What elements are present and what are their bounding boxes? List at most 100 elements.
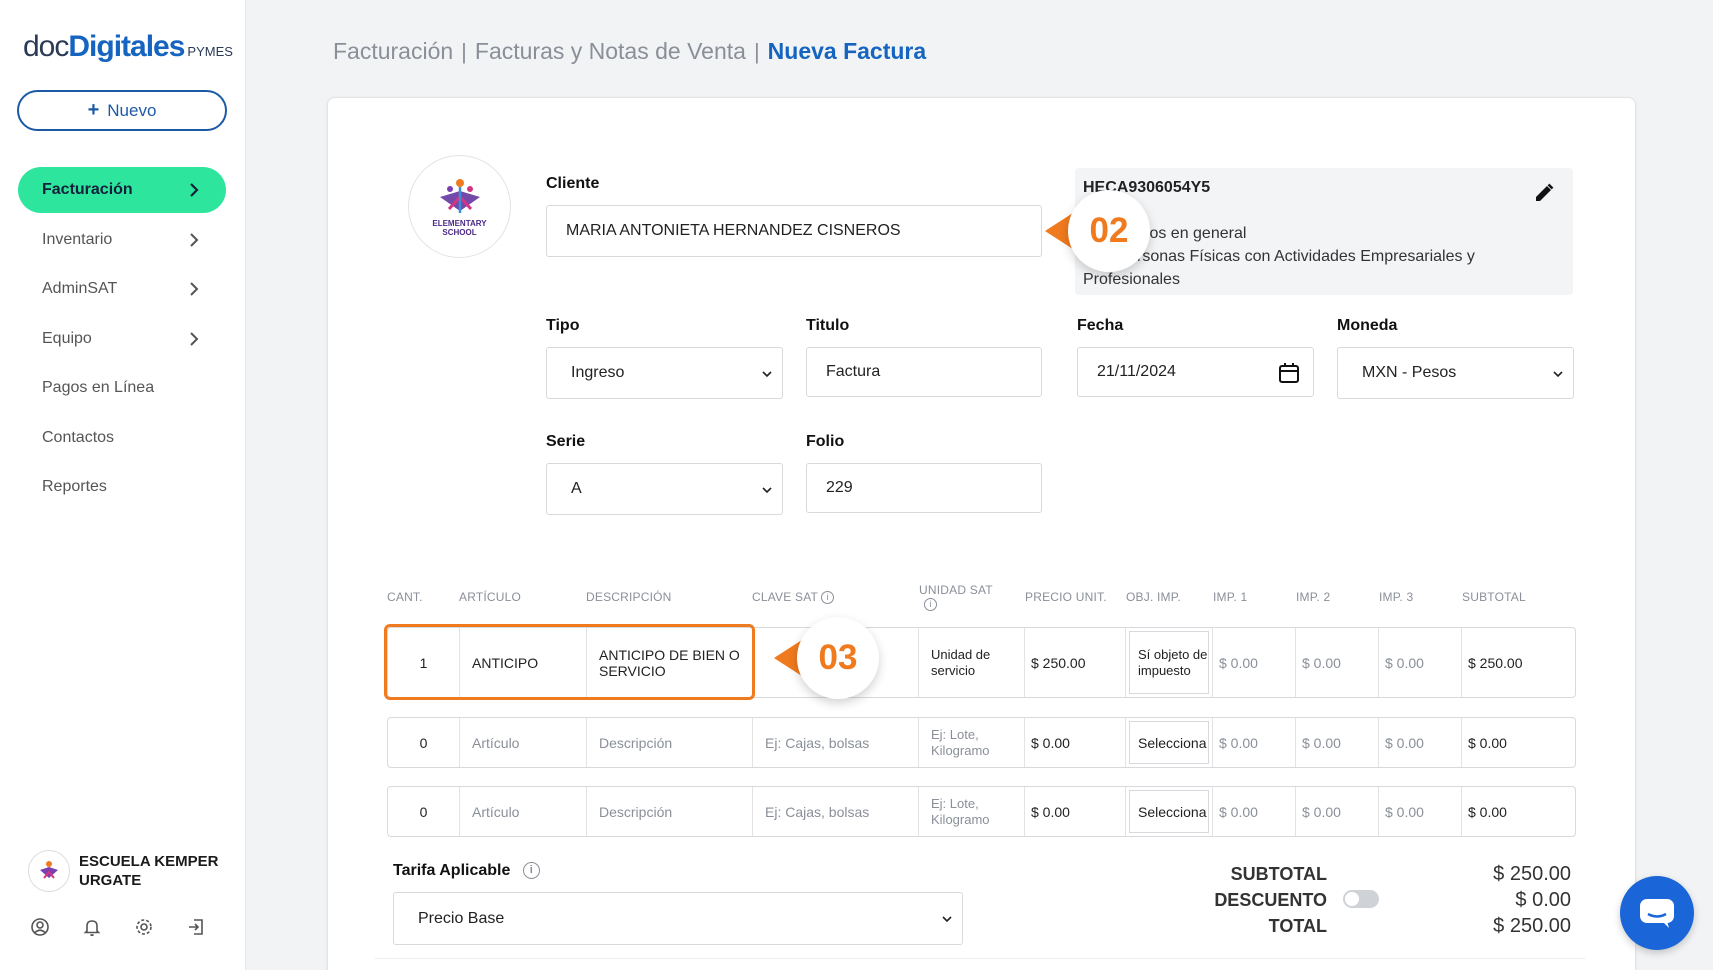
table-row[interactable]: 0 Artículo Descripción Ej: Cajas, bolsas…: [387, 786, 1576, 837]
cell-unidad-sat[interactable]: Ej: Lote, Kilogramo: [919, 718, 1025, 767]
new-button[interactable]: + Nuevo: [17, 90, 227, 131]
sidebar-footer: [30, 917, 206, 937]
header-precio-unit: PRECIO UNIT.: [1025, 590, 1107, 604]
cell-cant[interactable]: 0: [388, 718, 460, 767]
edit-pencil-icon[interactable]: [1533, 182, 1555, 204]
cell-unidad-sat[interactable]: Unidad de servicio: [919, 628, 1025, 697]
header-unidad-sat-label: UNIDAD SAT: [919, 583, 993, 597]
callout-03: 03: [797, 617, 879, 699]
folio-label: Folio: [806, 433, 845, 450]
sidebar-item-label: Pagos en Línea: [42, 379, 155, 396]
cell-obj-imp[interactable]: Selecciona: [1126, 787, 1213, 836]
cell-imp1[interactable]: $ 0.00: [1213, 628, 1296, 697]
info-icon[interactable]: i: [924, 598, 937, 612]
cliente-field[interactable]: MARIA ANTONIETA HERNANDEZ CISNEROS: [546, 205, 1042, 257]
cell-descripcion[interactable]: Descripción: [587, 718, 753, 767]
cell-cant[interactable]: 0: [388, 787, 460, 836]
user-circle-icon[interactable]: [30, 917, 50, 937]
cell-clave-sat[interactable]: Ej: Cajas, bolsas: [753, 787, 919, 836]
obj-imp-select[interactable]: Selecciona: [1129, 721, 1209, 764]
cell-imp3[interactable]: $ 0.00: [1379, 628, 1462, 697]
fecha-value: 21/11/2024: [1097, 363, 1176, 380]
chevron-right-icon: [190, 233, 199, 247]
info-icon[interactable]: i: [522, 862, 540, 880]
cell-imp3[interactable]: $ 0.00: [1379, 718, 1462, 767]
header-clave-sat-label: CLAVE SAT: [752, 590, 819, 604]
titulo-value: Factura: [826, 363, 881, 380]
sidebar-item-label: AdminSAT: [42, 280, 118, 297]
moneda-select[interactable]: MXN - Pesos: [1337, 347, 1574, 399]
sidebar-item-contactos[interactable]: Contactos: [18, 415, 226, 461]
titulo-label: Titulo: [806, 317, 850, 334]
gear-icon[interactable]: [134, 917, 154, 937]
sidebar-item-label: Inventario: [42, 231, 113, 248]
cell-descripcion[interactable]: Descripción: [587, 787, 753, 836]
plus-icon: +: [87, 99, 100, 121]
cell-imp3[interactable]: $ 0.00: [1379, 787, 1462, 836]
serie-value: A: [571, 480, 582, 497]
cell-precio[interactable]: $ 0.00: [1025, 787, 1126, 836]
header-subtotal: SUBTOTAL: [1462, 590, 1526, 604]
breadcrumb-separator: |: [461, 39, 467, 64]
sidebar: docDigitales PYMES + Nuevo Facturación In…: [0, 0, 246, 970]
moneda-label: Moneda: [1337, 317, 1398, 334]
obj-imp-select[interactable]: Sí objeto de impuesto: [1129, 631, 1209, 694]
cell-imp1[interactable]: $ 0.00: [1213, 718, 1296, 767]
cell-imp2[interactable]: $ 0.00: [1296, 718, 1379, 767]
client-info-line: rsonas Físicas con Actividades Empresari…: [1137, 248, 1475, 265]
cell-unidad-sat[interactable]: Ej: Lote, Kilogramo: [919, 787, 1025, 836]
obj-imp-select[interactable]: Selecciona: [1129, 790, 1209, 833]
school-avatar-icon: [40, 861, 58, 879]
cliente-label: Cliente: [546, 175, 600, 192]
school-logo-icon: [439, 178, 480, 213]
sidebar-item-pagos[interactable]: Pagos en Línea: [18, 365, 226, 411]
cell-articulo[interactable]: Artículo: [460, 718, 587, 767]
cell-subtotal: $ 0.00: [1468, 803, 1507, 820]
sidebar-item-label: Contactos: [42, 429, 115, 446]
divider: [375, 958, 1585, 959]
header-cant: CANT.: [387, 590, 423, 604]
breadcrumb-facturas[interactable]: Facturas y Notas de Venta: [475, 38, 746, 64]
bell-icon[interactable]: [82, 917, 102, 937]
chevron-down-icon: [942, 916, 952, 923]
cell-clave-sat[interactable]: Ej: Cajas, bolsas: [753, 718, 919, 767]
client-info-line: Profesionales: [1083, 271, 1180, 288]
tipo-select[interactable]: Ingreso: [546, 347, 783, 399]
brand-logo[interactable]: docDigitales PYMES: [23, 30, 233, 64]
account-info[interactable]: ESCUELA KEMPER URGATE: [28, 850, 229, 892]
sidebar-item-inventario[interactable]: Inventario: [18, 217, 226, 263]
descuento-toggle[interactable]: [1343, 890, 1379, 908]
chat-button[interactable]: [1620, 876, 1694, 950]
breadcrumb-facturacion[interactable]: Facturación: [333, 38, 453, 64]
tarifa-label: Tarifa Aplicable i: [393, 862, 540, 880]
serie-select[interactable]: A: [546, 463, 783, 515]
logout-icon[interactable]: [186, 917, 206, 937]
row-highlight-frame: [384, 624, 755, 700]
cell-obj-imp[interactable]: Sí objeto de impuesto: [1126, 628, 1213, 697]
sidebar-item-equipo[interactable]: Equipo: [18, 316, 226, 362]
cell-obj-imp[interactable]: Selecciona: [1126, 718, 1213, 767]
client-info-line: 04: [1083, 199, 1565, 222]
titulo-field[interactable]: Factura: [806, 347, 1042, 397]
cell-precio[interactable]: $ 250.00: [1025, 628, 1126, 697]
chevron-right-icon: [190, 183, 199, 197]
fecha-field[interactable]: 21/11/2024: [1077, 347, 1314, 397]
tarifa-select[interactable]: Precio Base: [393, 892, 963, 945]
school-logo-line2: SCHOOL: [442, 227, 477, 237]
cell-articulo[interactable]: Artículo: [460, 787, 587, 836]
client-info-line: stos en general: [1137, 225, 1247, 242]
sidebar-item-facturacion[interactable]: Facturación: [18, 167, 226, 213]
sidebar-item-label: Equipo: [42, 330, 92, 347]
cell-imp2[interactable]: $ 0.00: [1296, 787, 1379, 836]
cell-imp1[interactable]: $ 0.00: [1213, 787, 1296, 836]
header-articulo: ARTÍCULO: [459, 590, 522, 604]
avatar: [28, 850, 70, 892]
sidebar-item-adminsat[interactable]: AdminSAT: [18, 266, 226, 312]
sidebar-item-reportes[interactable]: Reportes: [18, 464, 226, 510]
table-row[interactable]: 0 Artículo Descripción Ej: Cajas, bolsas…: [387, 717, 1576, 768]
cell-precio[interactable]: $ 0.00: [1025, 718, 1126, 767]
calendar-icon[interactable]: [1277, 361, 1301, 385]
folio-field[interactable]: 229: [806, 463, 1042, 513]
cell-imp2[interactable]: $ 0.00: [1296, 628, 1379, 697]
info-icon[interactable]: i: [821, 591, 835, 605]
